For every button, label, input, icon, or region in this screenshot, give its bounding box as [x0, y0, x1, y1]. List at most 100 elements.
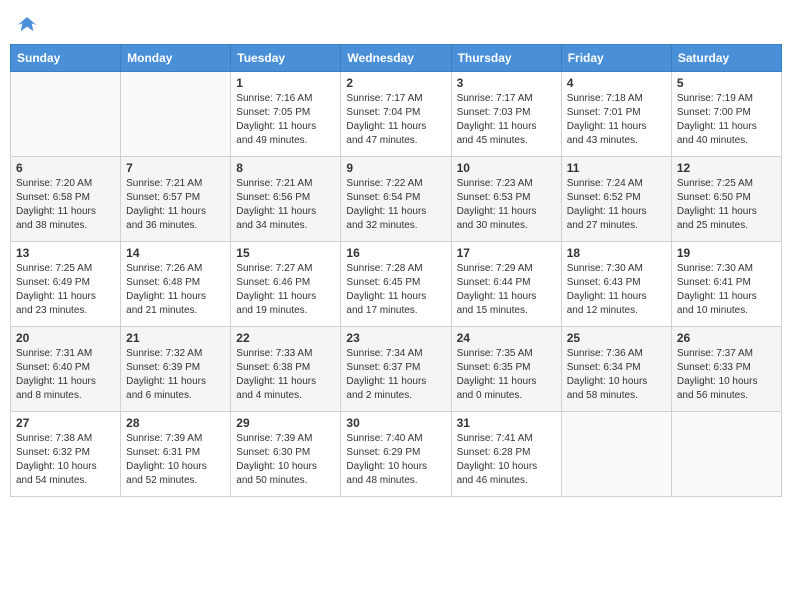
logo-bird-icon — [16, 14, 38, 36]
day-number: 26 — [677, 331, 776, 345]
day-info: Sunrise: 7:25 AM Sunset: 6:49 PM Dayligh… — [16, 262, 115, 318]
day-number: 25 — [567, 331, 666, 345]
calendar-cell: 23Sunrise: 7:34 AM Sunset: 6:37 PM Dayli… — [341, 327, 451, 412]
day-number: 2 — [346, 76, 445, 90]
day-number: 31 — [457, 416, 556, 430]
day-info: Sunrise: 7:24 AM Sunset: 6:52 PM Dayligh… — [567, 177, 666, 233]
day-info: Sunrise: 7:20 AM Sunset: 6:58 PM Dayligh… — [16, 177, 115, 233]
calendar-cell: 10 Sunrise: 7:23 AM Sunset: 6:53 PM Dayli… — [451, 157, 561, 242]
calendar-week-4: 20 Sunrise: 7:31 AM Sunset: 6:40 PM Dayli… — [11, 327, 782, 412]
day-info: Sunrise: 7:17 AM Sunset: 7:03 PM Dayligh… — [457, 92, 556, 148]
day-number: 10 — [457, 161, 556, 175]
calendar-cell: 5Sunrise: 7:19 AM Sunset: 7:00 PM Daylig… — [671, 72, 781, 157]
calendar-cell: 30 Sunrise: 7:40 AM Sunset: 6:29 PM Dayli… — [341, 412, 451, 497]
calendar-cell: 13 Sunrise: 7:25 AM Sunset: 6:49 PM Dayli… — [11, 242, 121, 327]
calendar-cell: 4 Sunrise: 7:18 AM Sunset: 7:01 PM Daylig… — [561, 72, 671, 157]
day-number: 14 — [126, 246, 225, 260]
day-info: Sunrise: 7:36 AM Sunset: 6:34 PM Dayligh… — [567, 347, 666, 403]
day-info: Sunrise: 7:30 AM Sunset: 6:41 PM Dayligh… — [677, 262, 776, 318]
day-info: Sunrise: 7:29 AM Sunset: 6:44 PM Dayligh… — [457, 262, 556, 318]
day-info: Sunrise: 7:23 AM Sunset: 6:53 PM Dayligh… — [457, 177, 556, 233]
day-info: Sunrise: 7:33 AM Sunset: 6:38 PM Dayligh… — [236, 347, 335, 403]
calendar-cell: 20 Sunrise: 7:31 AM Sunset: 6:40 PM Dayli… — [11, 327, 121, 412]
calendar-week-3: 13 Sunrise: 7:25 AM Sunset: 6:49 PM Dayli… — [11, 242, 782, 327]
calendar-cell: 25 Sunrise: 7:36 AM Sunset: 6:34 PM Dayli… — [561, 327, 671, 412]
day-info: Sunrise: 7:30 AM Sunset: 6:43 PM Dayligh… — [567, 262, 666, 318]
day-number: 28 — [126, 416, 225, 430]
day-number: 1 — [236, 76, 335, 90]
day-info: Sunrise: 7:21 AM Sunset: 6:57 PM Dayligh… — [126, 177, 225, 233]
day-number: 27 — [16, 416, 115, 430]
calendar-cell: 22 Sunrise: 7:33 AM Sunset: 6:38 PM Dayli… — [231, 327, 341, 412]
day-number: 24 — [457, 331, 556, 345]
day-number: 18 — [567, 246, 666, 260]
calendar-cell: 9Sunrise: 7:22 AM Sunset: 6:54 PM Daylig… — [341, 157, 451, 242]
day-info: Sunrise: 7:40 AM Sunset: 6:29 PM Dayligh… — [346, 432, 445, 488]
calendar-header-row: SundayMondayTuesdayWednesdayThursdayFrid… — [11, 45, 782, 72]
calendar-cell — [121, 72, 231, 157]
calendar-table: SundayMondayTuesdayWednesdayThursdayFrid… — [10, 44, 782, 497]
day-number: 20 — [16, 331, 115, 345]
day-info: Sunrise: 7:28 AM Sunset: 6:45 PM Dayligh… — [346, 262, 445, 318]
day-info: Sunrise: 7:26 AM Sunset: 6:48 PM Dayligh… — [126, 262, 225, 318]
day-number: 3 — [457, 76, 556, 90]
calendar-cell: 18 Sunrise: 7:30 AM Sunset: 6:43 PM Dayli… — [561, 242, 671, 327]
calendar-cell: 19Sunrise: 7:30 AM Sunset: 6:41 PM Dayli… — [671, 242, 781, 327]
calendar-cell: 21Sunrise: 7:32 AM Sunset: 6:39 PM Dayli… — [121, 327, 231, 412]
day-number: 16 — [346, 246, 445, 260]
calendar-cell: 28 Sunrise: 7:39 AM Sunset: 6:31 PM Dayli… — [121, 412, 231, 497]
weekday-header-thursday: Thursday — [451, 45, 561, 72]
calendar-cell: 12Sunrise: 7:25 AM Sunset: 6:50 PM Dayli… — [671, 157, 781, 242]
calendar-cell: 1Sunrise: 7:16 AM Sunset: 7:05 PM Daylig… — [231, 72, 341, 157]
calendar-cell: 2 Sunrise: 7:17 AM Sunset: 7:04 PM Daylig… — [341, 72, 451, 157]
day-info: Sunrise: 7:21 AM Sunset: 6:56 PM Dayligh… — [236, 177, 335, 233]
day-info: Sunrise: 7:39 AM Sunset: 6:30 PM Dayligh… — [236, 432, 335, 488]
day-info: Sunrise: 7:22 AM Sunset: 6:54 PM Dayligh… — [346, 177, 445, 233]
calendar-cell: 29 Sunrise: 7:39 AM Sunset: 6:30 PM Dayli… — [231, 412, 341, 497]
weekday-header-monday: Monday — [121, 45, 231, 72]
calendar-cell: 16 Sunrise: 7:28 AM Sunset: 6:45 PM Dayli… — [341, 242, 451, 327]
calendar-cell: 26 Sunrise: 7:37 AM Sunset: 6:33 PM Dayli… — [671, 327, 781, 412]
day-info: Sunrise: 7:19 AM Sunset: 7:00 PM Dayligh… — [677, 92, 776, 148]
day-number: 7 — [126, 161, 225, 175]
day-number: 29 — [236, 416, 335, 430]
weekday-header-friday: Friday — [561, 45, 671, 72]
weekday-header-tuesday: Tuesday — [231, 45, 341, 72]
calendar-week-1: 1Sunrise: 7:16 AM Sunset: 7:05 PM Daylig… — [11, 72, 782, 157]
logo-line1 — [14, 14, 38, 36]
day-number: 21 — [126, 331, 225, 345]
calendar-week-5: 27 Sunrise: 7:38 AM Sunset: 6:32 PM Dayli… — [11, 412, 782, 497]
calendar-cell: 8 Sunrise: 7:21 AM Sunset: 6:56 PM Daylig… — [231, 157, 341, 242]
day-info: Sunrise: 7:37 AM Sunset: 6:33 PM Dayligh… — [677, 347, 776, 403]
day-number: 4 — [567, 76, 666, 90]
calendar-cell — [671, 412, 781, 497]
day-info: Sunrise: 7:38 AM Sunset: 6:32 PM Dayligh… — [16, 432, 115, 488]
calendar-cell: 11 Sunrise: 7:24 AM Sunset: 6:52 PM Dayli… — [561, 157, 671, 242]
day-info: Sunrise: 7:18 AM Sunset: 7:01 PM Dayligh… — [567, 92, 666, 148]
calendar-cell: 31 Sunrise: 7:41 AM Sunset: 6:28 PM Dayli… — [451, 412, 561, 497]
calendar-cell: 24 Sunrise: 7:35 AM Sunset: 6:35 PM Dayli… — [451, 327, 561, 412]
calendar-cell: 14 Sunrise: 7:26 AM Sunset: 6:48 PM Dayli… — [121, 242, 231, 327]
calendar-cell: 6 Sunrise: 7:20 AM Sunset: 6:58 PM Daylig… — [11, 157, 121, 242]
calendar-cell: 27 Sunrise: 7:38 AM Sunset: 6:32 PM Dayli… — [11, 412, 121, 497]
page-header — [10, 10, 782, 36]
calendar-cell: 17 Sunrise: 7:29 AM Sunset: 6:44 PM Dayli… — [451, 242, 561, 327]
day-number: 15 — [236, 246, 335, 260]
day-info: Sunrise: 7:35 AM Sunset: 6:35 PM Dayligh… — [457, 347, 556, 403]
day-info: Sunrise: 7:39 AM Sunset: 6:31 PM Dayligh… — [126, 432, 225, 488]
day-number: 22 — [236, 331, 335, 345]
day-info: Sunrise: 7:34 AM Sunset: 6:37 PM Dayligh… — [346, 347, 445, 403]
day-number: 11 — [567, 161, 666, 175]
day-number: 8 — [236, 161, 335, 175]
day-info: Sunrise: 7:27 AM Sunset: 6:46 PM Dayligh… — [236, 262, 335, 318]
calendar-cell: 3 Sunrise: 7:17 AM Sunset: 7:03 PM Daylig… — [451, 72, 561, 157]
day-info: Sunrise: 7:17 AM Sunset: 7:04 PM Dayligh… — [346, 92, 445, 148]
calendar-cell — [561, 412, 671, 497]
day-info: Sunrise: 7:31 AM Sunset: 6:40 PM Dayligh… — [16, 347, 115, 403]
day-number: 30 — [346, 416, 445, 430]
day-number: 13 — [16, 246, 115, 260]
day-info: Sunrise: 7:41 AM Sunset: 6:28 PM Dayligh… — [457, 432, 556, 488]
day-number: 6 — [16, 161, 115, 175]
day-number: 17 — [457, 246, 556, 260]
weekday-header-wednesday: Wednesday — [341, 45, 451, 72]
